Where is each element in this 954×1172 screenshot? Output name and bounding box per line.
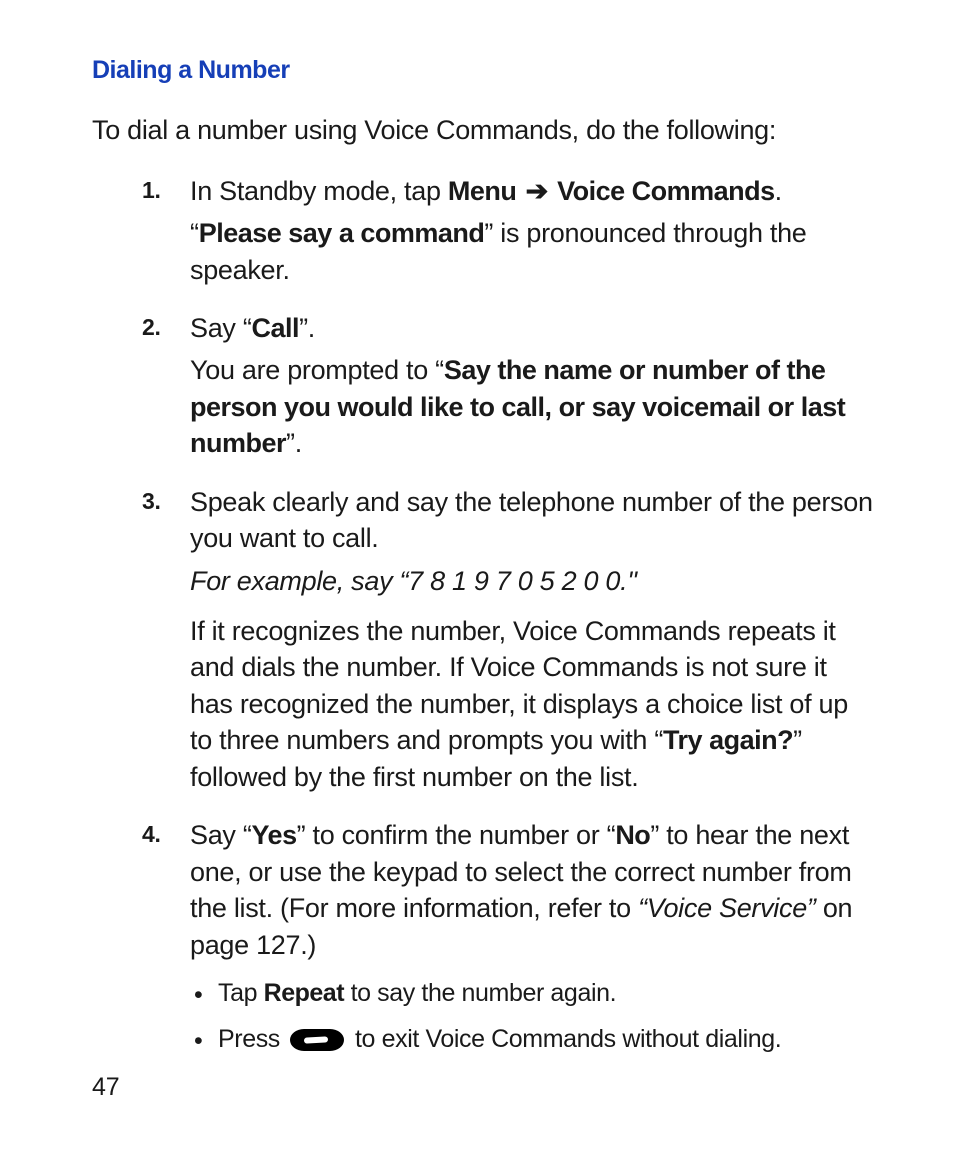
text: In Standby mode, tap <box>190 176 448 206</box>
text: ”. <box>299 313 315 343</box>
text: Say “ <box>190 820 252 850</box>
end-call-key-icon <box>290 1029 344 1051</box>
step-2-line-1: Say “Call”. <box>190 310 874 346</box>
sub-bullets: • Tap Repeat to say the number again. • … <box>190 977 874 1057</box>
text: Say “ <box>190 313 252 343</box>
step-4-line-1: Say “Yes” to confirm the number or “No” … <box>190 817 874 963</box>
ordered-steps: 1. In Standby mode, tap Menu ➔ Voice Com… <box>92 173 874 1057</box>
prompt-text: Please say a command <box>199 218 485 248</box>
bullet-icon: • <box>194 1025 202 1059</box>
step-3-example: For example, say “7 8 1 9 7 0 5 2 0 0." <box>190 563 874 599</box>
text: . <box>775 176 782 206</box>
cross-reference: “Voice Service” <box>638 893 816 923</box>
arrow-icon: ➔ <box>516 176 557 206</box>
sub-bullet-1: • Tap Repeat to say the number again. <box>190 977 874 1011</box>
page-number: 47 <box>92 1073 119 1102</box>
step-number: 2. <box>142 312 161 343</box>
intro-paragraph: To dial a number using Voice Commands, d… <box>92 113 874 149</box>
step-number: 1. <box>142 175 161 206</box>
sub-bullet-2: • Press to exit Voice Commands without d… <box>190 1023 874 1057</box>
step-number: 3. <box>142 486 161 517</box>
text: Tap <box>218 979 264 1007</box>
step-4: 4. Say “Yes” to confirm the number or “N… <box>142 817 874 1056</box>
step-1-line-2: “Please say a command” is pronounced thr… <box>190 215 874 288</box>
step-number: 4. <box>142 819 161 850</box>
manual-page: Dialing a Number To dial a number using … <box>0 0 954 1172</box>
step-3-line-3: If it recognizes the number, Voice Comma… <box>190 613 874 795</box>
call-command: Call <box>252 313 300 343</box>
menu-label: Menu <box>448 176 517 206</box>
text: to say the number again. <box>344 979 616 1007</box>
text: ”. <box>286 428 302 458</box>
section-heading: Dialing a Number <box>92 56 874 85</box>
text: to exit Voice Commands without dialing. <box>348 1025 781 1053</box>
step-1-line-1: In Standby mode, tap Menu ➔ Voice Comman… <box>190 173 874 209</box>
try-again-label: Try again? <box>663 725 793 755</box>
bullet-icon: • <box>194 979 202 1013</box>
voice-commands-label: Voice Commands <box>557 176 775 206</box>
text: You are prompted to “ <box>190 355 444 385</box>
step-3: 3. Speak clearly and say the telephone n… <box>142 484 874 796</box>
repeat-label: Repeat <box>264 979 344 1007</box>
text: Press <box>218 1025 286 1053</box>
text: ” to confirm the number or “ <box>297 820 616 850</box>
step-3-line-1: Speak clearly and say the telephone numb… <box>190 484 874 557</box>
yes-label: Yes <box>252 820 297 850</box>
no-label: No <box>615 820 650 850</box>
step-2: 2. Say “Call”. You are prompted to “Say … <box>142 310 874 462</box>
text: “ <box>190 218 199 248</box>
step-1: 1. In Standby mode, tap Menu ➔ Voice Com… <box>142 173 874 288</box>
step-2-line-2: You are prompted to “Say the name or num… <box>190 352 874 461</box>
